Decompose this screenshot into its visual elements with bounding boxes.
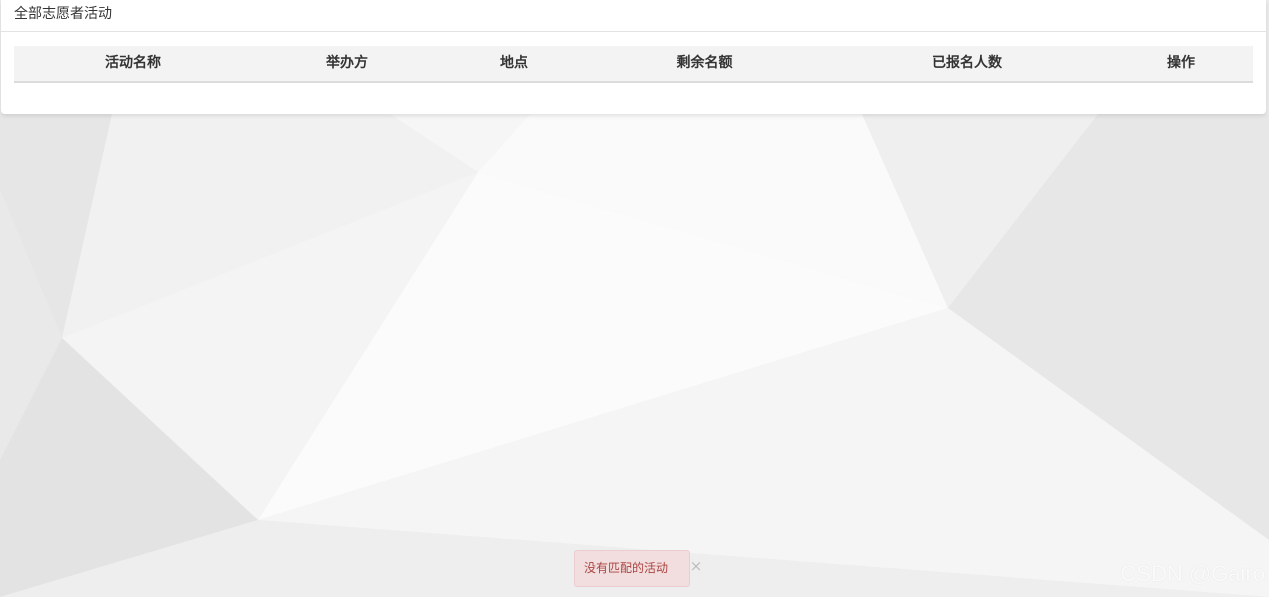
column-header-activity-name[interactable]: 活动名称 <box>14 46 252 81</box>
column-header-remaining-slots[interactable]: 剩余名额 <box>586 46 823 81</box>
column-header-actions[interactable]: 操作 <box>1111 46 1251 81</box>
no-match-alert: 没有匹配的活动 <box>574 550 690 587</box>
column-header-organizer[interactable]: 举办方 <box>252 46 442 81</box>
close-icon[interactable]: × <box>689 556 703 576</box>
column-header-location[interactable]: 地点 <box>442 46 586 81</box>
table-header-row: 活动名称 举办方 地点 剩余名额 已报名人数 操作 <box>14 46 1253 83</box>
activities-panel: 全部志愿者活动 活动名称 举办方 地点 剩余名额 已报名人数 操作 <box>1 0 1266 114</box>
alert-message: 没有匹配的活动 <box>584 561 669 575</box>
panel-title: 全部志愿者活动 <box>1 0 1266 32</box>
watermark: CSDN @Gairo <box>1120 561 1265 586</box>
column-header-registered-count[interactable]: 已报名人数 <box>823 46 1111 81</box>
panel-body: 活动名称 举办方 地点 剩余名额 已报名人数 操作 <box>1 32 1266 83</box>
